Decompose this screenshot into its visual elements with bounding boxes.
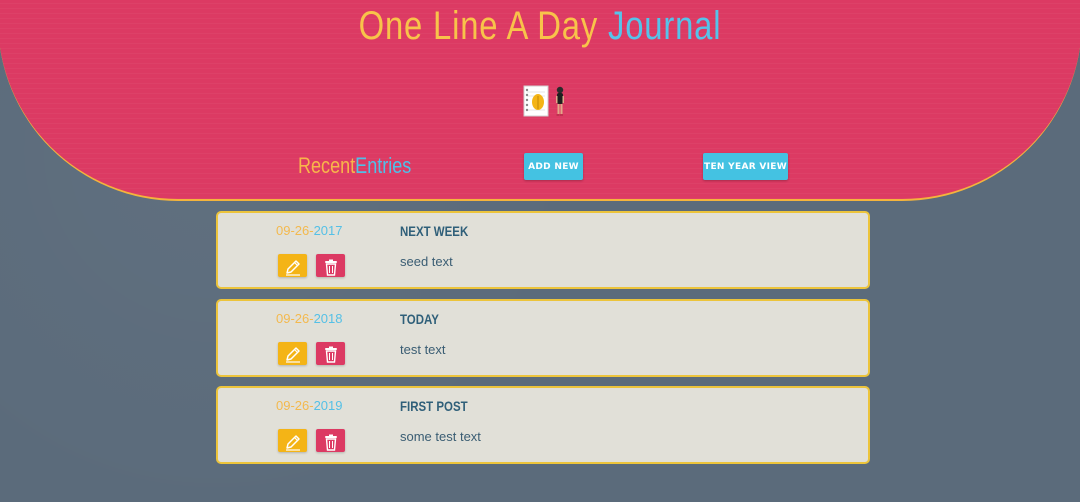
pencil-icon bbox=[278, 434, 307, 451]
entry-text: seed text bbox=[400, 254, 453, 269]
entry-title: Today bbox=[400, 310, 439, 327]
pencil-icon bbox=[278, 346, 307, 363]
journal-logo-icon bbox=[523, 84, 569, 118]
entry-text: some test text bbox=[400, 429, 481, 444]
page-title: One Line A Day Journal bbox=[97, 4, 983, 49]
recent-label-part-2: Entries bbox=[355, 153, 412, 178]
delete-entry-button[interactable] bbox=[316, 341, 345, 365]
entries-list: 09-26-2017 Next Week seed text bbox=[216, 211, 870, 474]
edit-entry-button[interactable] bbox=[278, 254, 307, 277]
entry-text: test text bbox=[400, 341, 446, 357]
entry-card: 09-26-2019 First Post some test text bbox=[216, 386, 870, 464]
entry-date: 09-26-2019 bbox=[276, 398, 343, 413]
entry-date-month-day: 09-26- bbox=[276, 398, 314, 413]
add-new-button[interactable]: ADD NEW bbox=[524, 153, 583, 180]
entry-card: 09-26-2018 Today test text bbox=[216, 298, 870, 377]
recent-entries-heading: RecentEntries bbox=[298, 153, 411, 179]
entry-date: 09-26-2018 bbox=[276, 311, 343, 326]
recent-label-part-1: Recent bbox=[298, 153, 356, 178]
ten-year-view-button[interactable]: TEN YEAR VIEW bbox=[703, 153, 788, 180]
trash-icon bbox=[316, 346, 345, 363]
entry-title: First Post bbox=[400, 398, 468, 414]
entry-date-year: 2018 bbox=[313, 310, 343, 326]
entry-date-year: 2019 bbox=[313, 398, 343, 413]
entry-title: Next Week bbox=[400, 223, 469, 239]
entry-date-year: 2017 bbox=[313, 223, 343, 238]
title-part-1: One Line A Day bbox=[358, 4, 599, 48]
entry-date-month-day: 09-26- bbox=[276, 223, 314, 238]
entry-date-month-day: 09-26- bbox=[276, 310, 314, 326]
trash-icon bbox=[316, 259, 345, 276]
edit-entry-button[interactable] bbox=[278, 429, 307, 452]
pencil-icon bbox=[278, 259, 307, 276]
delete-entry-button[interactable] bbox=[316, 254, 345, 277]
delete-entry-button[interactable] bbox=[316, 429, 345, 452]
trash-icon bbox=[316, 434, 345, 451]
entry-card: 09-26-2017 Next Week seed text bbox=[216, 211, 870, 289]
edit-entry-button[interactable] bbox=[278, 341, 307, 365]
page: One Line A Day Journal RecentEntries ADD… bbox=[0, 0, 1080, 502]
title-part-2: Journal bbox=[608, 4, 722, 48]
entry-date: 09-26-2017 bbox=[276, 223, 343, 238]
